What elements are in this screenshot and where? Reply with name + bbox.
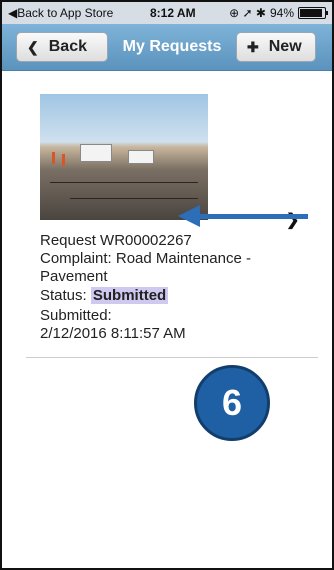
status-badge: Submitted (90, 287, 169, 304)
back-button[interactable]: ❮ Back (16, 32, 108, 62)
chevron-left-icon: ❮ (27, 38, 39, 55)
request-list-item[interactable]: ❯ Request WR00002267 Complaint: Road Mai… (26, 82, 318, 358)
request-id: Request WR00002267 (40, 232, 192, 249)
request-complaint: Complaint: Road Maintenance - (40, 250, 251, 267)
page-title: My Requests (122, 38, 222, 55)
status-label: Status: (40, 287, 87, 304)
battery-icon (298, 7, 328, 19)
status-icons: ⊕ ➚ ✱ (229, 6, 266, 20)
new-request-button[interactable]: ✚ New (236, 32, 316, 62)
back-to-app-store-link[interactable]: ◀Back to App Store (8, 6, 113, 20)
back-button-label: Back (48, 38, 87, 55)
request-complaint-cont: Pavement (40, 268, 108, 285)
submitted-label: Submitted: (40, 307, 112, 324)
plus-icon: ✚ (247, 38, 259, 55)
status-time: 8:12 AM (150, 6, 196, 20)
app-screen: ◀Back to App Store 8:12 AM ⊕ ➚ ✱ 94% ❮ B… (0, 0, 334, 570)
request-photo (40, 94, 208, 220)
navigation-bar: ❮ Back My Requests ✚ New (2, 24, 332, 71)
ios-status-bar: ◀Back to App Store 8:12 AM ⊕ ➚ ✱ 94% (2, 2, 332, 24)
annotation-arrow-line (200, 214, 308, 219)
battery-percent: 94% (269, 6, 294, 20)
step-number-badge: 6 (194, 365, 270, 441)
submitted-date: 2/12/2016 8:11:57 AM (40, 325, 186, 342)
chevron-right-icon[interactable]: ❯ (286, 210, 299, 230)
request-status: Status: Submitted (40, 287, 169, 305)
new-button-label: New (268, 38, 302, 55)
annotation-arrow-head (178, 205, 200, 227)
status-indicators: ⊕ ➚ ✱ 94% (229, 6, 328, 20)
